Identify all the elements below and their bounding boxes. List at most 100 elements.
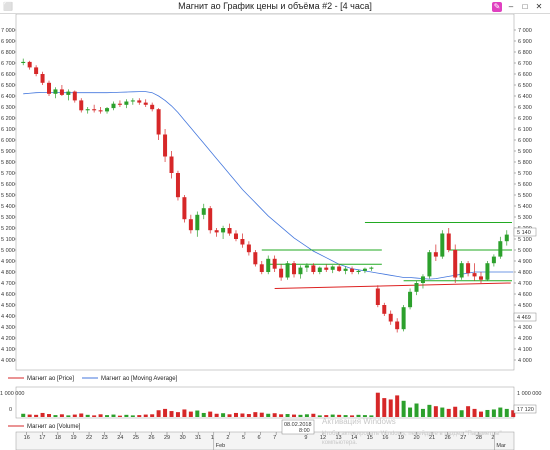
- price-tick-label-left: 4 000: [1, 358, 15, 364]
- candle-body: [188, 219, 193, 231]
- date-tick-label: 30: [180, 435, 186, 441]
- candle-body: [285, 263, 290, 278]
- price-tick-label-left: 5 400: [1, 204, 15, 210]
- candle-body: [478, 276, 483, 280]
- volume-bar: [143, 414, 148, 417]
- volume-bar: [175, 412, 180, 417]
- pen-tool-icon[interactable]: ✎: [492, 2, 502, 12]
- volume-bar: [124, 414, 129, 417]
- candle-body: [117, 103, 122, 105]
- volume-bar: [433, 406, 438, 417]
- candle-body: [85, 109, 90, 111]
- volume-axis-right-top: 1 000 000: [517, 391, 541, 397]
- candle-body: [21, 61, 26, 63]
- volume-bar: [279, 414, 284, 417]
- candle-body: [311, 265, 316, 272]
- candle-body: [350, 268, 355, 272]
- date-tick-label: 31: [195, 435, 201, 441]
- volume-bar: [111, 414, 116, 417]
- volume-bar: [401, 400, 406, 417]
- price-tick-label-right: 4 800: [518, 270, 532, 276]
- price-tick-label-right: 4 300: [518, 325, 532, 331]
- price-tick-label-right: 4 000: [518, 358, 532, 364]
- volume-bar: [466, 406, 471, 417]
- candle-body: [111, 103, 116, 109]
- price-tick-label-right: 6 800: [518, 50, 532, 56]
- price-tick-label-right: 4 600: [518, 292, 532, 298]
- candle-body: [466, 263, 471, 274]
- candle-body: [408, 291, 413, 308]
- price-tick-label-right: 5 400: [518, 204, 532, 210]
- candle-body: [298, 267, 303, 275]
- price-tick-label-left: 6 300: [1, 105, 15, 111]
- date-tick-label: 26: [148, 435, 154, 441]
- month-label: Feb: [216, 443, 225, 449]
- last-price-label: 5 140: [517, 230, 531, 236]
- candle-body: [388, 313, 393, 322]
- volume-bar: [459, 410, 464, 417]
- volume-bar: [420, 408, 425, 417]
- candle-body: [53, 89, 58, 94]
- volume-pane[interactable]: [15, 386, 515, 419]
- legend-moving-average[interactable]: Магнит ао [Moving Average]: [101, 376, 178, 382]
- minimize-icon[interactable]: –: [506, 2, 516, 12]
- price-tick-label-right: 6 500: [518, 83, 532, 89]
- price-tick-label-right: 4 500: [518, 303, 532, 309]
- legend-price[interactable]: Магнит ао [Price]: [27, 376, 74, 382]
- candle-body: [150, 104, 155, 110]
- candle-body: [156, 109, 161, 135]
- volume-bar: [472, 408, 477, 417]
- price-pane[interactable]: [15, 14, 515, 371]
- volume-bar: [266, 413, 271, 417]
- date-tick-label: 19: [70, 435, 76, 441]
- volume-bar: [259, 412, 264, 417]
- candle-body: [343, 268, 348, 271]
- volume-bar: [85, 414, 90, 417]
- volume-bar: [137, 415, 142, 417]
- cursor-time: 8:00: [299, 428, 310, 434]
- window-titlebar[interactable]: ⬜ Магнит ао График цены и объёма #2 - [4…: [0, 0, 550, 14]
- price-tick-label-left: 4 400: [1, 314, 15, 320]
- month-label: Mar: [496, 443, 506, 449]
- candle-body: [272, 258, 277, 269]
- volume-bar: [298, 414, 303, 417]
- volume-bar: [408, 407, 413, 417]
- volume-bar: [201, 412, 206, 417]
- volume-bar: [98, 414, 103, 417]
- price-tick-label-right: 4 900: [518, 259, 532, 265]
- price-volume-chart[interactable]: 7 0006 9006 8006 7006 6006 5006 4006 300…: [0, 14, 550, 450]
- price-tick-label-right: 6 100: [518, 127, 532, 133]
- price-tick-label-left: 4 600: [1, 292, 15, 298]
- volume-bar: [92, 415, 97, 417]
- date-tick-label: 24: [117, 435, 123, 441]
- volume-bar: [253, 412, 258, 417]
- volume-bar: [272, 413, 277, 417]
- volume-bar: [188, 411, 193, 417]
- price-tick-label-right: 6 900: [518, 39, 532, 45]
- volume-bar: [240, 413, 245, 417]
- candle-body: [195, 214, 200, 231]
- legend-volume[interactable]: Магнит ао [Volume]: [27, 424, 81, 430]
- close-icon[interactable]: ✕: [534, 2, 544, 12]
- price-tick-label-right: 4 200: [518, 336, 532, 342]
- price-tick-label-left: 6 400: [1, 94, 15, 100]
- candle-body: [401, 307, 406, 330]
- candle-body: [34, 67, 39, 74]
- volume-axis-left-zero: 0: [9, 407, 12, 413]
- volume-bar: [208, 411, 213, 417]
- candle-body: [427, 252, 432, 277]
- price-tick-label-right: 5 500: [518, 193, 532, 199]
- candle-body: [143, 102, 148, 105]
- volume-bar: [130, 415, 135, 417]
- volume-bar: [72, 414, 77, 417]
- volume-bar: [182, 409, 187, 417]
- chart-window: ⬜ Магнит ао График цены и объёма #2 - [4…: [0, 0, 550, 450]
- maximize-icon[interactable]: □: [520, 2, 530, 12]
- price-tick-label-left: 4 300: [1, 325, 15, 331]
- price-tick-label-left: 5 800: [1, 160, 15, 166]
- price-tick-label-left: 5 900: [1, 149, 15, 155]
- candle-body: [491, 256, 496, 264]
- candle-body: [27, 61, 32, 68]
- candle-body: [201, 208, 206, 215]
- watermark-title: Активация Windows: [322, 417, 396, 426]
